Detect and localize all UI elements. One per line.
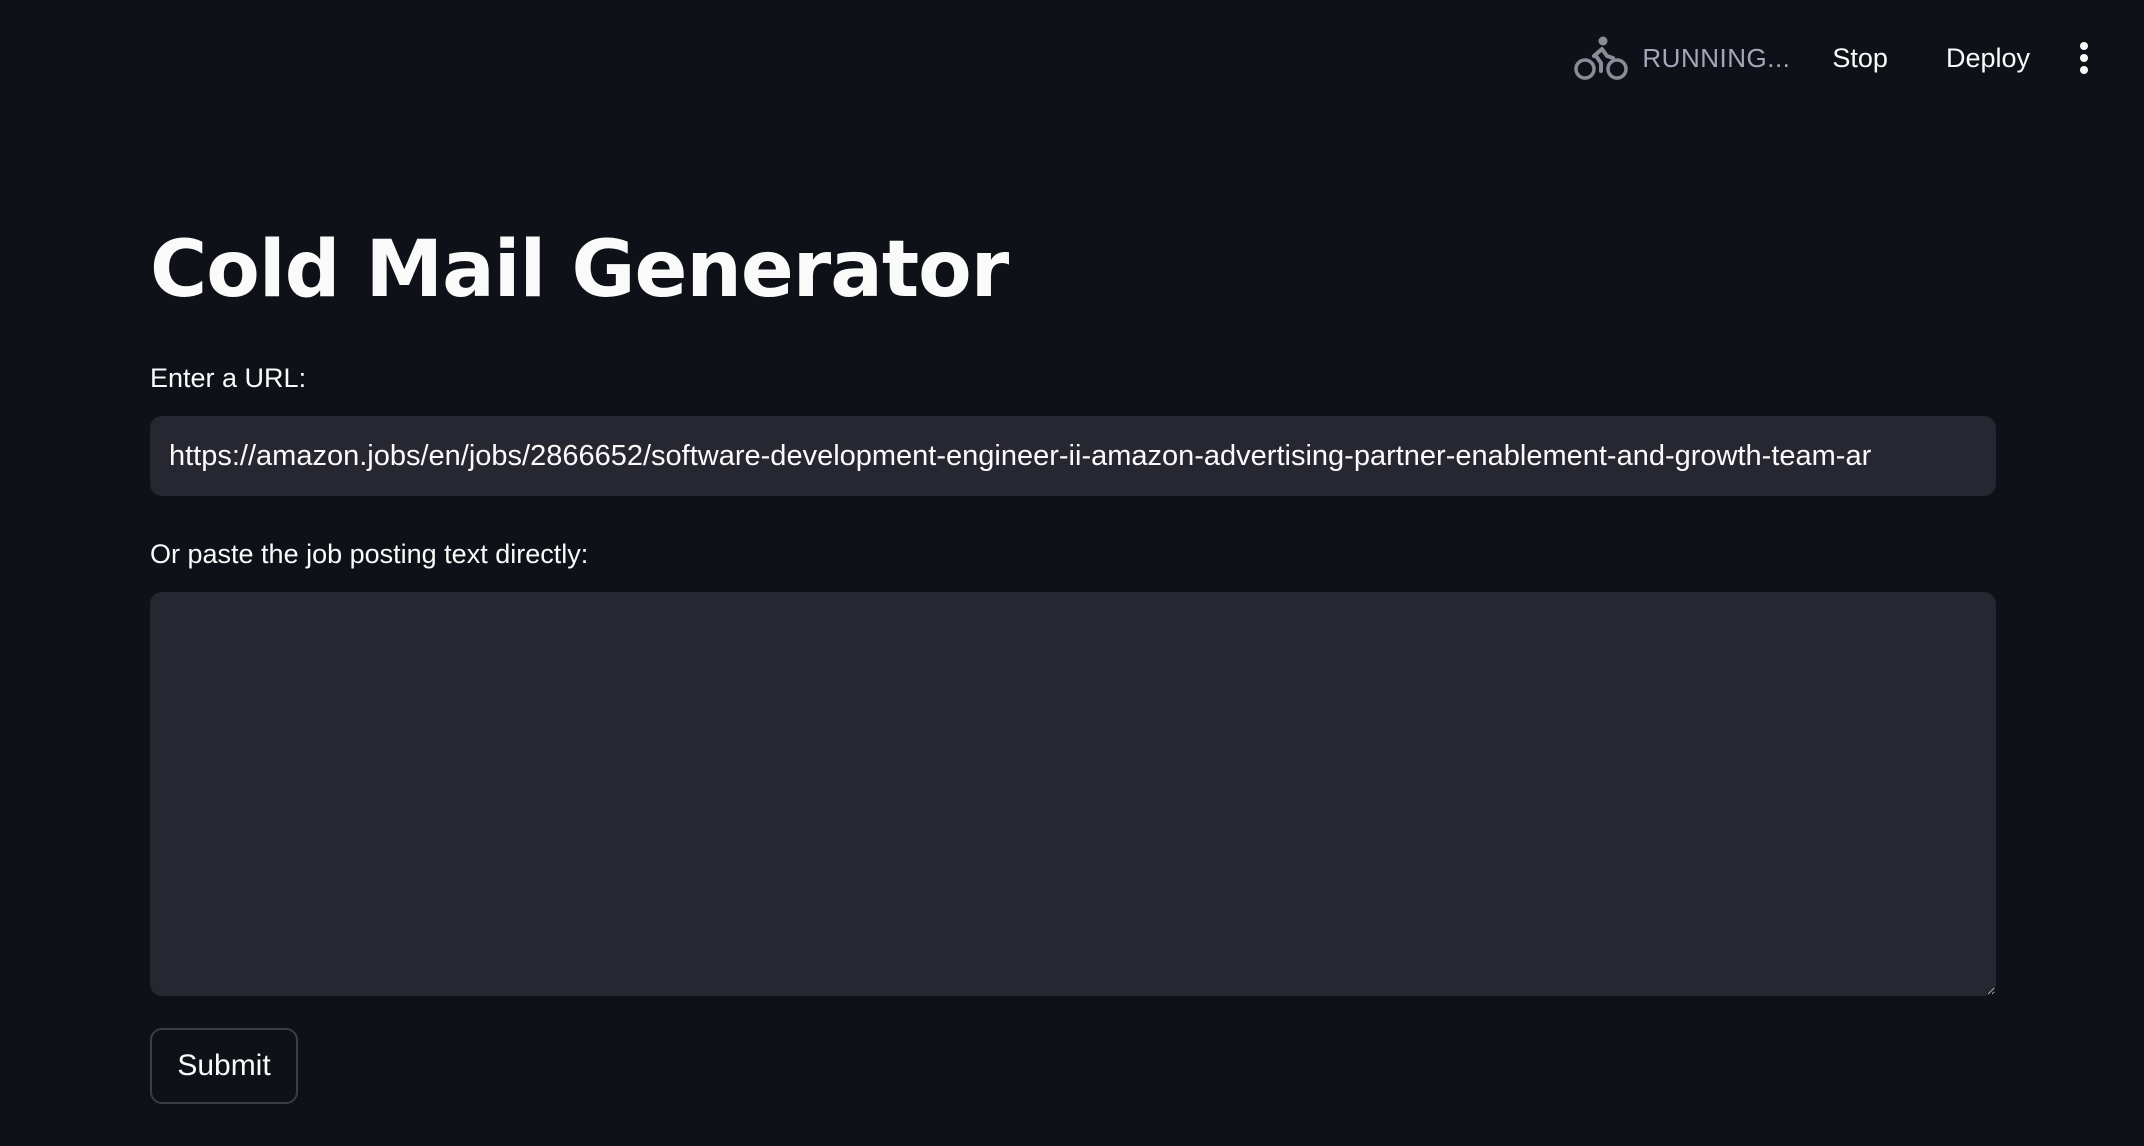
- top-toolbar: RUNNING... Stop Deploy: [0, 0, 2144, 116]
- page-title: Cold Mail Generator: [150, 225, 1009, 315]
- main-content: Cold Mail Generator Enter a URL: Or past…: [150, 210, 1996, 1104]
- status-label: RUNNING...: [1642, 42, 1791, 73]
- deploy-button[interactable]: Deploy: [1926, 31, 2050, 86]
- main-menu-button[interactable]: [2064, 30, 2104, 86]
- url-input[interactable]: [150, 416, 1996, 496]
- app-page: RUNNING... Stop Deploy Cold Mail Generat…: [0, 0, 2144, 1146]
- kebab-menu-icon: [2080, 42, 2088, 74]
- submit-button[interactable]: Submit: [150, 1028, 298, 1104]
- job-text-input[interactable]: [150, 592, 1996, 996]
- url-field-label: Enter a URL:: [150, 363, 307, 393]
- running-cyclist-icon: [1574, 36, 1629, 80]
- stop-button[interactable]: Stop: [1812, 31, 1908, 86]
- running-status: RUNNING...: [1574, 34, 1790, 82]
- job-text-label: Or paste the job posting text directly:: [150, 539, 589, 569]
